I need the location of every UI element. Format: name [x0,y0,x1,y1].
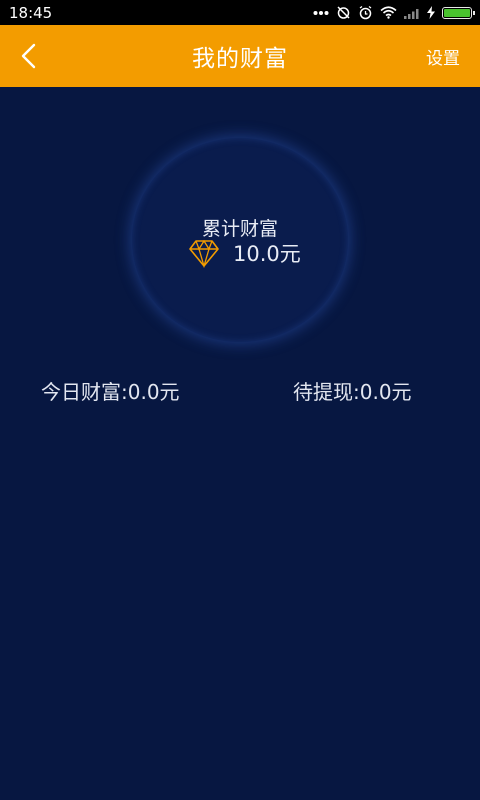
total-wealth-row: 10.0元 [189,236,301,270]
status-time: 18:45 [9,3,53,22]
signal-icon [404,8,419,19]
diamond-icon [189,239,219,268]
chevron-left-icon [21,43,36,69]
back-button[interactable] [6,33,50,79]
battery-icon [442,6,475,19]
pending-withdrawal: 待提现:0.0元 [293,380,412,404]
app-bar: 我的财富 设置 [0,25,480,87]
alarm-icon [359,5,372,20]
more-dots-icon [313,10,329,15]
today-wealth: 今日财富:0.0元 [41,380,180,404]
settings-button[interactable]: 设置 [426,25,460,87]
charging-icon [427,6,435,19]
battery-level [444,8,470,17]
wifi-icon [380,6,397,19]
status-icons [313,0,475,25]
page-title: 我的财富 [192,46,288,72]
status-bar: 18:45 [0,0,480,25]
total-wealth-value: 10.0元 [233,242,301,266]
alarm-off-icon [337,6,350,19]
